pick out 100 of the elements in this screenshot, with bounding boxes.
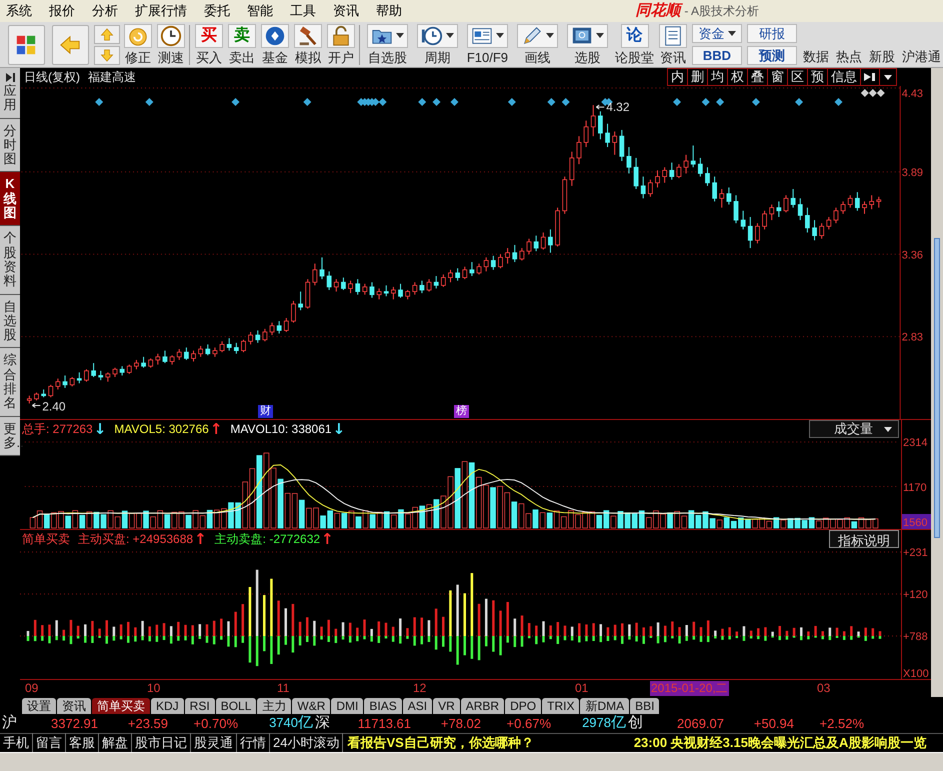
candlestick [376,288,382,300]
indicator-tab[interactable]: DPO [505,698,542,714]
chart-tool-button[interactable]: 预 [808,69,828,85]
indicator-tab[interactable]: DMI [331,698,364,714]
toolbar-dropdown[interactable]: 自选股 [364,24,411,66]
sidebar-tab[interactable]: 分时图 [0,118,20,172]
scrollbar[interactable] [931,68,943,697]
market-name: 沪 [1,713,18,734]
next-button[interactable] [94,46,120,64]
indicator-tab[interactable]: 简单买卖 [92,698,150,714]
chart-tool-button[interactable]: 窗 [768,69,788,85]
sidebar-tab[interactable]: 自选股 [0,294,20,348]
indicator-help-button[interactable]: 指标说明 [829,530,899,548]
menu-item[interactable]: 系统 [6,1,32,21]
toolbar-button[interactable]: 研报 [747,24,797,43]
caret-icon [596,33,604,38]
home-button[interactable] [8,24,45,64]
caret-icon [884,74,892,80]
menu-item[interactable]: 报价 [49,1,75,21]
toolbar-dropdown[interactable]: 选股 [564,24,611,66]
indicator-tab[interactable]: BIAS [364,698,402,714]
indicator-reading: 主动卖盘: -2772632 [214,531,320,548]
toolbar-button[interactable]: 新股 [867,46,897,67]
menu-item[interactable]: 帮助 [376,1,402,21]
indicator-selector[interactable]: 成交量 [809,420,899,438]
toolbar-button[interactable]: 热点 [834,46,864,67]
candlestick [840,200,846,214]
market-name: 深 [314,713,331,734]
indicator-tab[interactable]: 资讯 [57,698,91,714]
candlestick [91,362,96,378]
indicator-tab[interactable]: TRIX [542,698,580,714]
indicator-tab[interactable]: 新DMA [580,698,630,714]
candlestick [619,129,624,162]
up-arrow-icon [98,26,115,42]
chart-tool-button[interactable]: 删 [688,69,708,85]
menu-item[interactable]: 工具 [290,1,316,21]
news-headline[interactable]: 23:00 央视财经3.15晚会曝光汇总及A股影响股一览 [634,733,926,753]
toolbar-button[interactable]: 数据 [801,46,831,67]
indicator-tab[interactable]: 主力 [257,698,292,714]
chart-tool-button[interactable]: 均 [708,69,728,85]
candlestick [676,164,682,179]
menu-item[interactable]: 智能 [247,1,273,21]
candlestick [105,372,110,382]
candlestick [84,368,89,382]
candlestick [348,280,353,294]
indicator-tab[interactable]: ARBR [460,698,504,714]
menu-item[interactable]: 资讯 [333,1,359,21]
indicator-tab[interactable]: KDJ [151,698,184,714]
price-low-label: 2.40 [32,399,66,414]
candlestick [198,345,204,358]
sidebar-tab[interactable]: 更多.. [0,416,20,456]
date-label: 11 [276,681,290,696]
axis-label: 2314 [903,437,928,449]
axis-label: 3.89 [902,166,924,179]
dropdown-button[interactable]: 资金 [692,24,742,43]
chart-tool-button[interactable]: 叠 [748,69,768,85]
event-mark: 榜 [454,405,469,418]
toolbar-button[interactable]: 沪港通 [900,46,943,67]
chart-tool-button[interactable]: 权 [728,69,748,85]
indicator-tab[interactable]: BOLL [216,698,256,714]
next-page-button[interactable] [861,69,880,85]
previous-button[interactable] [94,24,120,44]
event-marker-drawing [860,89,885,97]
toolbar-dropdown[interactable]: F10/F9 [464,24,511,66]
app-logo: 同花顺 [635,0,680,22]
chart-tool-button[interactable]: 内 [668,69,688,85]
back-button[interactable] [52,24,89,64]
menu-item[interactable]: 委托 [204,1,230,21]
indicator-tab[interactable]: ASI [402,698,432,714]
indicator-tab[interactable]: W&R [292,698,330,714]
candlestick [476,263,482,275]
candlestick [112,367,118,378]
toolbar-dropdown[interactable]: 周期 [414,24,461,66]
toolbar-button[interactable]: 预测 [747,46,797,65]
candlestick [262,328,268,342]
menu-item[interactable]: 分析 [92,1,118,21]
indicator-tab[interactable]: 设置 [22,698,56,714]
clock-icon [420,24,443,46]
candlestick [490,255,496,270]
caret-icon [496,33,504,38]
candlestick [440,274,446,288]
sidebar-tab[interactable]: 综合排名 [0,348,20,417]
down-arrow-icon [98,48,115,62]
indicator-tab[interactable]: VR [433,698,460,714]
chart-tool-button[interactable]: 区 [788,69,808,85]
news-headline[interactable]: 看报告VS自己研究，你选哪种？ [347,733,534,753]
toolbar-dropdown[interactable]: 画线 [514,24,561,66]
indicator-tab[interactable]: BBI [630,698,660,714]
sidebar-tab[interactable]: 个股资料 [0,226,20,295]
candlestick [662,166,668,184]
menu-item[interactable]: 扩展行情 [135,1,187,21]
index-price: 2069.07 [676,714,724,733]
sidebar-tab[interactable]: K线图 [0,172,20,226]
sidebar-tab[interactable]: 应用 [0,68,20,119]
chart-tool-button[interactable]: 信息 [828,69,861,85]
indicator-tab[interactable]: RSI [184,698,215,714]
toolbar-button[interactable]: BBD [692,46,742,65]
toolbar-button[interactable]: 论 论股堂 [614,24,655,66]
candlestick [426,278,432,292]
candlestick [484,256,489,272]
